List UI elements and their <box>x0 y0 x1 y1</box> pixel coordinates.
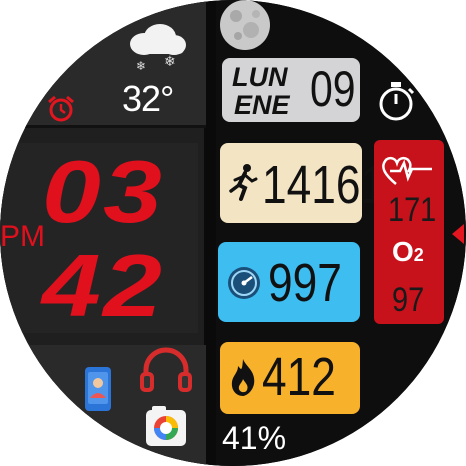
distance-value: 997 <box>268 253 342 313</box>
contacts-icon[interactable] <box>84 366 112 412</box>
steps-value: 14161 <box>262 155 386 215</box>
weekday-line1: LUN <box>232 62 288 92</box>
o2-letter: O <box>392 236 414 267</box>
speedometer-icon <box>228 267 260 299</box>
hour-digits: 03 <box>42 142 165 241</box>
cloud-snow-icon: ❄ ❄ <box>130 24 186 72</box>
o2-value: 97 <box>392 281 425 319</box>
alarm-icon[interactable] <box>46 94 76 124</box>
headphones-icon[interactable] <box>138 344 194 394</box>
o2-subscript: 2 <box>413 245 424 265</box>
battery-percent: 41% <box>222 420 287 456</box>
svg-text:❄: ❄ <box>136 59 146 72</box>
weekday-line2: ENE <box>234 90 290 120</box>
page-indicator-arrow[interactable] <box>450 224 466 244</box>
temperature: 32° <box>122 78 174 119</box>
ampm-label: PM <box>0 220 45 253</box>
weather-panel[interactable]: ❄ ❄ 32° <box>0 0 206 128</box>
svg-text:❄: ❄ <box>164 54 176 70</box>
decorative-red-glow <box>356 4 424 40</box>
minute-digits: 42 <box>42 236 165 335</box>
o2-label: O2 <box>392 238 424 266</box>
watch-face: ❄ ❄ 32° 03 42 PM LUN ENE 09 14161 997 41… <box>0 0 466 466</box>
heart-rate-value: 171 <box>388 191 437 229</box>
stopwatch-icon[interactable] <box>376 80 416 122</box>
camera-icon[interactable] <box>144 404 188 448</box>
flame-icon <box>231 359 255 396</box>
date-day: 09 <box>310 61 356 117</box>
runner-icon <box>229 164 258 201</box>
heart-pulse-icon <box>382 156 432 185</box>
moon-phase-icon <box>220 0 270 50</box>
calories-value: 412 <box>262 347 336 407</box>
